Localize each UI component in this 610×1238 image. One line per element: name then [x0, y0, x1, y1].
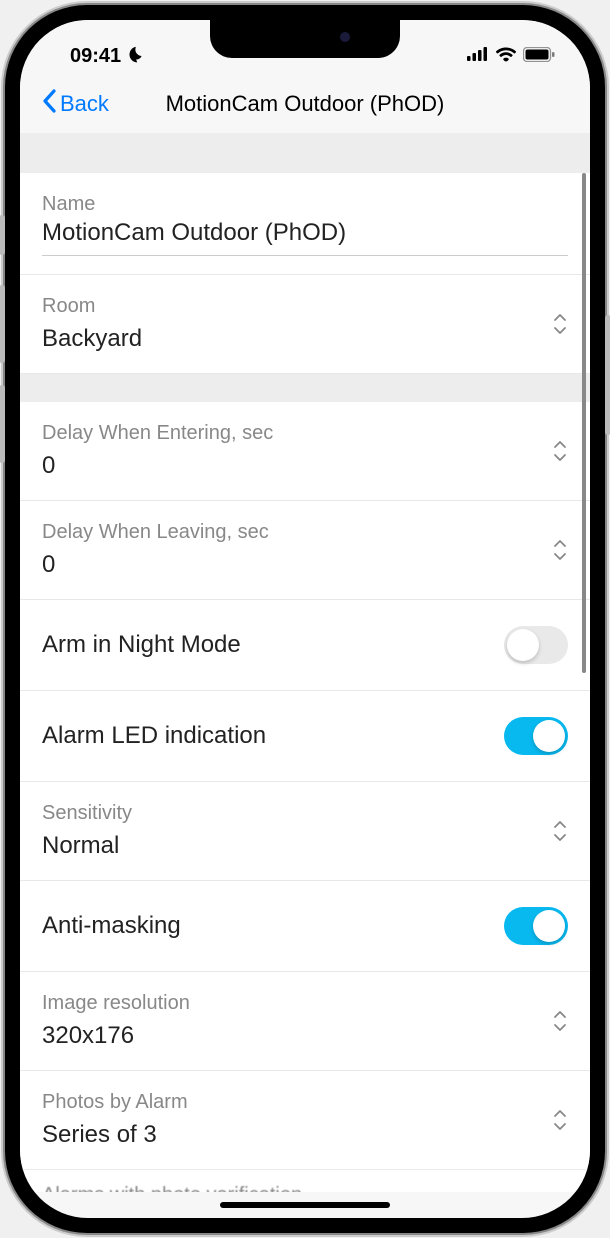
battery-icon [523, 47, 555, 67]
anti-masking-row: Anti-masking [20, 881, 590, 972]
name-row[interactable]: Name [20, 173, 590, 275]
arm-night-label: Arm in Night Mode [42, 631, 241, 659]
section-spacer [20, 133, 590, 173]
sensitivity-row[interactable]: Sensitivity Normal [20, 782, 590, 881]
image-resolution-label: Image resolution [42, 988, 552, 1018]
image-resolution-value: 320x176 [42, 1018, 552, 1054]
arm-night-row: Arm in Night Mode [20, 600, 590, 691]
scroll-indicator[interactable] [582, 173, 586, 673]
photos-by-alarm-label: Photos by Alarm [42, 1087, 552, 1117]
delay-entering-value: 0 [42, 448, 552, 484]
delay-entering-row[interactable]: Delay When Entering, sec 0 [20, 402, 590, 501]
name-label: Name [42, 189, 568, 219]
stepper-icon[interactable] [552, 311, 568, 337]
section-spacer [20, 374, 590, 402]
sensitivity-label: Sensitivity [42, 798, 552, 828]
home-indicator[interactable] [220, 1202, 390, 1208]
status-time: 09:41 [70, 45, 121, 68]
cell-signal-icon [467, 47, 489, 66]
screen: 09:41 Ba [20, 20, 590, 1218]
delay-leaving-value: 0 [42, 547, 552, 583]
room-label: Room [42, 291, 552, 321]
stepper-icon[interactable] [552, 438, 568, 464]
phone-frame: 09:41 Ba [5, 5, 605, 1233]
phone-side-button [605, 315, 610, 435]
nav-bar: Back MotionCam Outdoor (PhOD) [20, 75, 590, 133]
image-resolution-row[interactable]: Image resolution 320x176 [20, 972, 590, 1071]
dnd-moon-icon [127, 44, 147, 70]
sensitivity-value: Normal [42, 828, 552, 864]
wifi-icon [496, 47, 516, 67]
arm-night-toggle[interactable] [504, 626, 568, 664]
stepper-icon[interactable] [552, 1008, 568, 1034]
delay-entering-label: Delay When Entering, sec [42, 418, 552, 448]
partial-row: Alarms with photo verification [20, 1170, 590, 1192]
delay-leaving-label: Delay When Leaving, sec [42, 517, 552, 547]
name-input[interactable] [42, 219, 568, 256]
stepper-icon[interactable] [552, 1107, 568, 1133]
chevron-left-icon [42, 89, 56, 119]
stepper-icon[interactable] [552, 537, 568, 563]
phone-side-button [0, 215, 5, 255]
settings-content[interactable]: Name Room Backyard Delay When Entering, … [20, 133, 590, 1192]
photos-by-alarm-value: Series of 3 [42, 1117, 552, 1153]
alarm-led-row: Alarm LED indication [20, 691, 590, 782]
alarm-led-label: Alarm LED indication [42, 722, 266, 750]
notch [210, 20, 400, 58]
room-row[interactable]: Room Backyard [20, 275, 590, 374]
room-value: Backyard [42, 321, 552, 357]
phone-side-button [0, 385, 5, 463]
alarm-led-toggle[interactable] [504, 717, 568, 755]
back-label: Back [60, 91, 109, 117]
anti-masking-toggle[interactable] [504, 907, 568, 945]
page-title: MotionCam Outdoor (PhOD) [42, 91, 568, 117]
back-button[interactable]: Back [42, 89, 109, 119]
delay-leaving-row[interactable]: Delay When Leaving, sec 0 [20, 501, 590, 600]
stepper-icon[interactable] [552, 818, 568, 844]
photos-by-alarm-row[interactable]: Photos by Alarm Series of 3 [20, 1071, 590, 1170]
anti-masking-label: Anti-masking [42, 912, 181, 940]
phone-side-button [0, 285, 5, 363]
